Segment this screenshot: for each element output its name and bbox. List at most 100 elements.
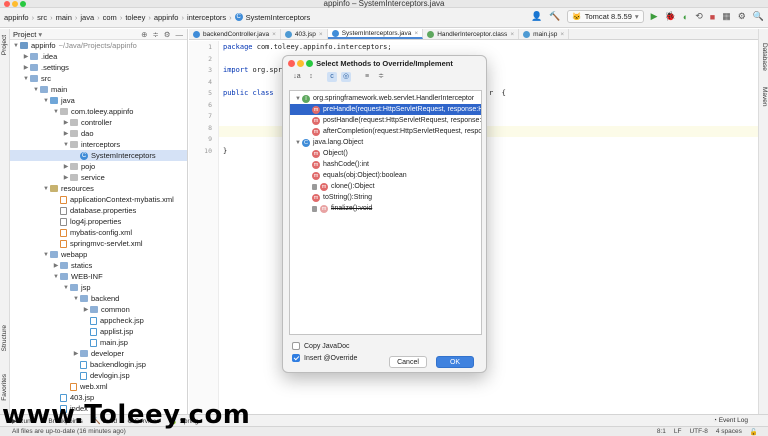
expanded-arrow-icon[interactable]: ▼ [32, 87, 40, 93]
editor-tab[interactable]: HandlerInterceptor.class × [423, 29, 520, 39]
breadcrumb-item[interactable]: appinfo [4, 13, 29, 22]
expanded-arrow-icon[interactable]: ▼ [72, 296, 80, 302]
collapsed-arrow-icon[interactable]: ▶ [82, 306, 90, 313]
tree-item[interactable]: ▼ src [10, 73, 187, 84]
tree-item[interactable]: appcheck.jsp [10, 315, 187, 326]
tree-item[interactable]: ▶ controller [10, 117, 187, 128]
tree-item[interactable]: ▼ com.toleey.appinfo [10, 106, 187, 117]
tree-item[interactable]: ▶ common [10, 304, 187, 315]
tree-item[interactable]: database.properties [10, 205, 187, 216]
collapsed-arrow-icon[interactable]: ▶ [62, 119, 70, 126]
line-separator[interactable]: LF [674, 428, 682, 436]
coverage-icon[interactable]: ◐ [683, 12, 688, 22]
method-group[interactable]: ▼ Cjava.lang.Object [290, 137, 481, 148]
tool-tab-favorites[interactable]: Favorites [1, 374, 8, 401]
tree-item[interactable]: C SystemInterceptors [10, 150, 187, 161]
tool-tab-database[interactable]: Database [761, 43, 768, 71]
stop-icon[interactable]: ■ [710, 12, 715, 22]
editor-tab[interactable]: backendController.java × [189, 29, 281, 39]
expanded-arrow-icon[interactable]: ▼ [42, 186, 50, 192]
tree-item[interactable]: ▼ webapp [10, 249, 187, 260]
collapsed-arrow-icon[interactable]: ▶ [22, 64, 30, 71]
expanded-arrow-icon[interactable]: ▼ [294, 140, 302, 146]
tree-item[interactable]: ▼ main [10, 84, 187, 95]
method-group[interactable]: ▼ Iorg.springframework.web.servlet.Handle… [290, 93, 481, 104]
tree-item[interactable]: ▶ .idea [10, 51, 187, 62]
expand-all-icon[interactable]: ≡ [362, 72, 372, 82]
editor-tab[interactable]: SystemInterceptors.java × [327, 29, 424, 39]
tree-item[interactable]: applist.jsp [10, 326, 187, 337]
show-classes-icon[interactable]: c [327, 72, 337, 82]
expanded-arrow-icon[interactable]: ▼ [294, 96, 302, 102]
tool-tab-project[interactable]: Project [1, 35, 8, 55]
tree-item[interactable]: ▶ dao [10, 128, 187, 139]
settings-icon[interactable]: ⚙ [738, 11, 746, 22]
collapsed-arrow-icon[interactable]: ▶ [62, 174, 70, 181]
collapsed-arrow-icon[interactable]: ▶ [62, 130, 70, 137]
run-config-select[interactable]: 🐱 Tomcat 8.5.59 ▾ [567, 10, 644, 23]
expanded-arrow-icon[interactable]: ▼ [12, 43, 20, 49]
tree-item[interactable]: springmvc-servlet.xml [10, 238, 187, 249]
tree-item[interactable]: ▼ resources [10, 183, 187, 194]
expanded-arrow-icon[interactable]: ▼ [42, 98, 50, 104]
method-item[interactable]: m Object() [290, 148, 481, 159]
method-list[interactable]: ▼ Iorg.springframework.web.servlet.Handle… [289, 90, 482, 335]
breadcrumb-item[interactable]: com [103, 13, 117, 22]
method-item[interactable]: m postHandle(request:HttpServletRequest, … [290, 115, 481, 126]
expanded-arrow-icon[interactable]: ▼ [22, 76, 30, 82]
method-item[interactable]: m clone():Object [290, 181, 481, 192]
user-icon[interactable]: 👤 [531, 11, 542, 22]
chevron-down-icon[interactable]: ▾ [38, 30, 42, 39]
structure-icon[interactable]: ▦ [722, 11, 731, 22]
cancel-button[interactable]: Cancel [389, 356, 427, 368]
tool-tab-maven[interactable]: Maven [761, 87, 768, 107]
search-icon[interactable]: 🔍 [753, 11, 764, 22]
ok-button[interactable]: OK [436, 356, 474, 368]
sort-alpha-icon[interactable]: ↓a [292, 72, 302, 82]
locate-icon[interactable]: ⊕ [141, 30, 147, 39]
tree-item[interactable]: ▼ appinfo ~/Java/Projects/appinfo [10, 40, 187, 51]
tree-item[interactable]: ▶ pojo [10, 161, 187, 172]
tree-item[interactable]: ▶ developer [10, 348, 187, 359]
close-tab-icon[interactable]: × [319, 31, 323, 38]
method-item[interactable]: m equals(obj:Object):boolean [290, 170, 481, 181]
file-encoding[interactable]: UTF-8 [689, 428, 707, 436]
tree-item[interactable]: mybatis-config.xml [10, 227, 187, 238]
method-item[interactable]: m finalize():void [290, 203, 481, 214]
editor-tab[interactable]: main.jsp × [519, 29, 570, 39]
tree-item[interactable]: backendlogin.jsp [10, 359, 187, 370]
collapsed-arrow-icon[interactable]: ▶ [52, 262, 60, 269]
expanded-arrow-icon[interactable]: ▼ [52, 274, 60, 280]
tree-item[interactable]: ▼ interceptors [10, 139, 187, 150]
hide-icon[interactable]: — [176, 30, 184, 39]
close-tab-icon[interactable]: × [414, 30, 418, 37]
profile-icon[interactable]: ⟲ [695, 11, 703, 22]
collapsed-arrow-icon[interactable]: ▶ [22, 53, 30, 60]
insert-override-option[interactable]: Insert @Override [292, 354, 357, 362]
expanded-arrow-icon[interactable]: ▼ [62, 142, 70, 148]
project-view-select[interactable]: Project [13, 30, 36, 39]
close-tab-icon[interactable]: × [272, 31, 276, 38]
gear-icon[interactable]: ⚙ [164, 30, 171, 39]
breadcrumb-item[interactable]: appinfo [154, 13, 179, 22]
method-item[interactable]: m afterCompletion(request:HttpServletRequ… [290, 126, 481, 137]
caret-position[interactable]: 8:1 [657, 428, 666, 436]
tool-tab-structure[interactable]: Structure [1, 325, 8, 351]
expanded-arrow-icon[interactable]: ▼ [42, 252, 50, 258]
copy-javadoc-checkbox[interactable] [292, 342, 300, 350]
tree-item[interactable]: ▶ service [10, 172, 187, 183]
method-item[interactable]: m toString():String [290, 192, 481, 203]
tree-item[interactable]: ▼ backend [10, 293, 187, 304]
breadcrumb-item[interactable]: main [56, 13, 72, 22]
breadcrumb-item[interactable]: src [37, 13, 47, 22]
dialog-zoom-button[interactable] [306, 60, 313, 67]
tree-item[interactable]: devlogin.jsp [10, 370, 187, 381]
expanded-arrow-icon[interactable]: ▼ [52, 109, 60, 115]
hammer-icon[interactable]: 🔨 [549, 11, 560, 22]
dialog-close-button[interactable] [288, 60, 295, 67]
run-icon[interactable]: ▶ [651, 11, 658, 22]
breadcrumb-item[interactable]: toleey [125, 13, 145, 22]
tree-item[interactable]: web.xml [10, 381, 187, 392]
sort-visibility-icon[interactable]: ↕ [306, 72, 316, 82]
show-fields-icon[interactable]: ◎ [341, 72, 351, 82]
